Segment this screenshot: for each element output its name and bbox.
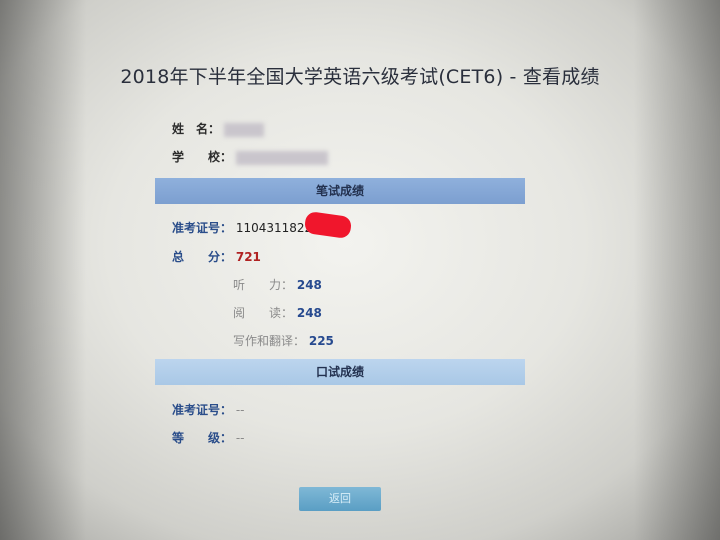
- student-name-row: 姓 名：: [172, 120, 264, 137]
- oral-grade-value: --: [235, 431, 245, 445]
- listening-row: 听 力： 248: [233, 276, 322, 293]
- written-ticket-label: 准考证号：: [172, 221, 233, 235]
- total-score-row: 总 分： 721: [172, 248, 261, 265]
- name-label: 姓 名：: [172, 122, 221, 136]
- total-value: 721: [235, 250, 261, 264]
- school-label: 学 校：: [172, 150, 233, 164]
- writing-row: 写作和翻译： 225: [233, 332, 334, 349]
- student-school-row: 学 校：: [172, 148, 328, 165]
- writing-value: 225: [308, 334, 334, 348]
- page-title: 2018年下半年全国大学英语六级考试(CET6) - 查看成绩: [120, 66, 600, 88]
- school-value-redacted: [235, 150, 328, 165]
- total-label: 总 分：: [172, 250, 233, 264]
- listening-value: 248: [296, 278, 322, 292]
- writing-label: 写作和翻译：: [233, 334, 306, 348]
- written-score-header: 笔试成绩: [155, 178, 525, 204]
- reading-label: 阅 读：: [233, 306, 294, 320]
- name-value-redacted: [223, 122, 264, 137]
- oral-grade-row: 等 级： --: [172, 429, 245, 446]
- reading-row: 阅 读： 248: [233, 304, 322, 321]
- oral-ticket-row: 准考证号： --: [172, 401, 245, 418]
- oral-score-header: 口试成绩: [155, 359, 525, 385]
- oral-ticket-value: --: [235, 403, 245, 417]
- oral-grade-label: 等 级：: [172, 431, 233, 445]
- oral-ticket-label: 准考证号：: [172, 403, 233, 417]
- back-button[interactable]: 返回: [299, 487, 381, 511]
- listening-label: 听 力：: [233, 278, 294, 292]
- written-ticket-row: 准考证号： 11043118220: [172, 219, 320, 236]
- reading-value: 248: [296, 306, 322, 320]
